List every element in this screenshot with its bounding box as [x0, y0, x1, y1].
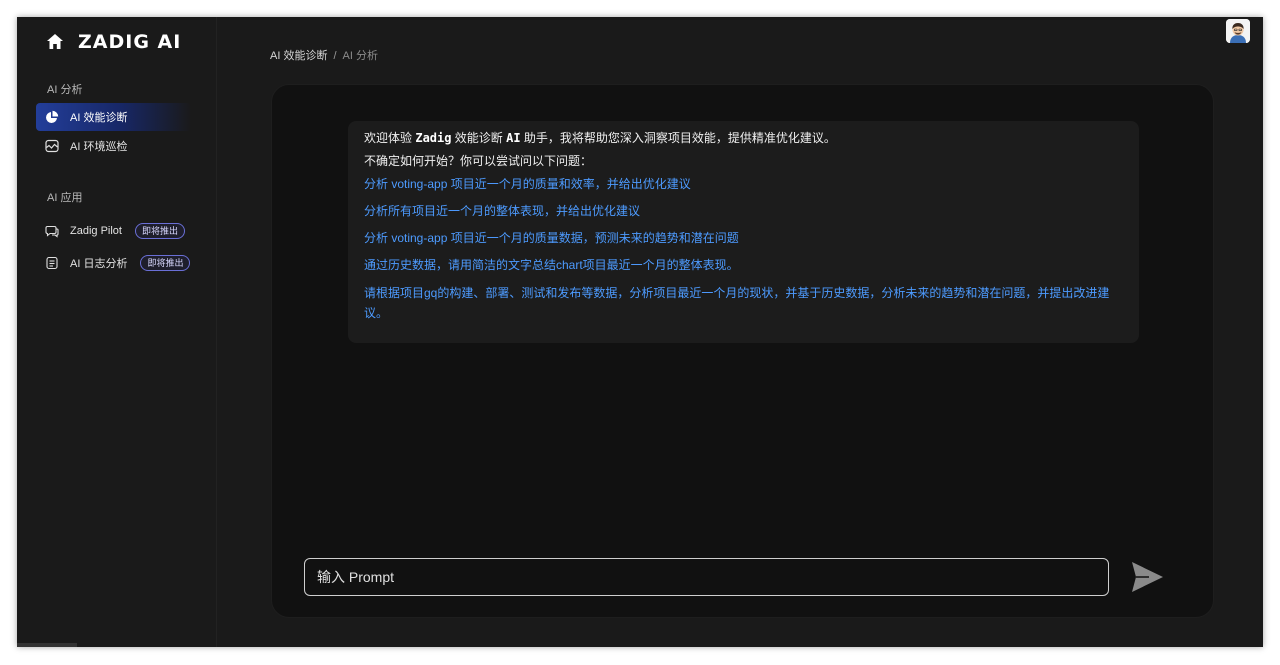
chat-panel: 欢迎体验 Zadig 效能诊断 AI 助手，我将帮助您深入洞察项目效能，提供精准… [271, 84, 1214, 618]
sidebar-item-log-analysis[interactable]: AI 日志分析 即将推出 [36, 249, 191, 277]
nav-section-analysis: AI 分析 AI 效能诊断 AI 环境巡检 [17, 81, 217, 160]
breadcrumb-current: AI 分析 [342, 50, 378, 62]
breadcrumb-parent[interactable]: AI 效能诊断 [270, 50, 327, 62]
welcome-ai: AI [506, 131, 521, 145]
coming-soon-badge: 即将推出 [134, 223, 185, 239]
welcome-suffix: 助手，我将帮助您深入洞察项目效能，提供精准优化建议。 [520, 131, 836, 145]
sidebar-item-label: AI 环境巡检 [70, 141, 128, 153]
window-bottom-bar [17, 643, 77, 647]
breadcrumb-separator: / [333, 50, 337, 62]
sidebar: ZADIG AI AI 分析 AI 效能诊断 AI 环境巡检 AI 应用 Zad… [17, 17, 217, 647]
coming-soon-badge: 即将推出 [140, 255, 191, 271]
logo-text: ZADIG AI [78, 31, 182, 53]
welcome-mid: 效能诊断 [451, 131, 507, 145]
nav-section-title: AI 应用 [47, 192, 83, 204]
chat-bubbles-icon [45, 225, 59, 238]
sidebar-item-env-inspection[interactable]: AI 环境巡检 [36, 132, 191, 160]
sidebar-item-label: Zadig Pilot [70, 225, 122, 237]
send-icon [1132, 562, 1163, 592]
prompt-input[interactable] [304, 558, 1109, 596]
nav-section-title: AI 分析 [47, 84, 83, 96]
suggested-question[interactable]: 请根据项目gq的构建、部署、测试和发布等数据，分析项目最近一个月的现状，并基于历… [364, 283, 1123, 323]
breadcrumb: AI 效能诊断 / AI 分析 [270, 48, 378, 64]
monitor-wave-icon [45, 139, 59, 153]
sidebar-item-label: AI 效能诊断 [70, 112, 128, 124]
assistant-welcome-message: 欢迎体验 Zadig 效能诊断 AI 助手，我将帮助您深入洞察项目效能，提供精准… [348, 121, 1139, 343]
welcome-brand: Zadig [415, 131, 452, 145]
suggested-question[interactable]: 分析 voting-app 项目近一个月的质量数据，预测未来的趋势和潜在问题 [364, 229, 1123, 247]
sidebar-item-zadig-pilot[interactable]: Zadig Pilot 即将推出 [36, 217, 191, 245]
prompt-intro: 不确定如何开始？你可以尝试问以下问题： [364, 154, 593, 168]
welcome-prefix: 欢迎体验 [364, 131, 416, 145]
nav-section-apps: AI 应用 Zadig Pilot 即将推出 AI 日志分析 即将推出 [17, 189, 217, 277]
document-icon [46, 256, 58, 270]
user-avatar-icon [1226, 19, 1250, 43]
brand[interactable]: ZADIG AI [45, 31, 181, 53]
welcome-line: 欢迎体验 Zadig 效能诊断 AI 助手，我将帮助您深入洞察项目效能，提供精准… [364, 130, 1123, 146]
send-button[interactable] [1129, 559, 1165, 595]
suggested-question[interactable]: 分析 voting-app 项目近一个月的质量和效率，并给出优化建议 [364, 175, 1123, 193]
sidebar-item-label: AI 日志分析 [70, 258, 128, 270]
pie-chart-icon [46, 110, 59, 123]
sidebar-item-efficiency-diagnosis[interactable]: AI 效能诊断 [36, 103, 191, 131]
suggested-question[interactable]: 通过历史数据，请用简洁的文字总结chart项目最近一个月的整体表现。 [364, 256, 1123, 274]
avatar[interactable] [1226, 19, 1250, 43]
app-window: ZADIG AI AI 分析 AI 效能诊断 AI 环境巡检 AI 应用 Zad… [17, 17, 1263, 647]
home-icon[interactable] [45, 32, 65, 52]
suggested-question[interactable]: 分析所有项目近一个月的整体表现，并给出优化建议 [364, 202, 1123, 220]
